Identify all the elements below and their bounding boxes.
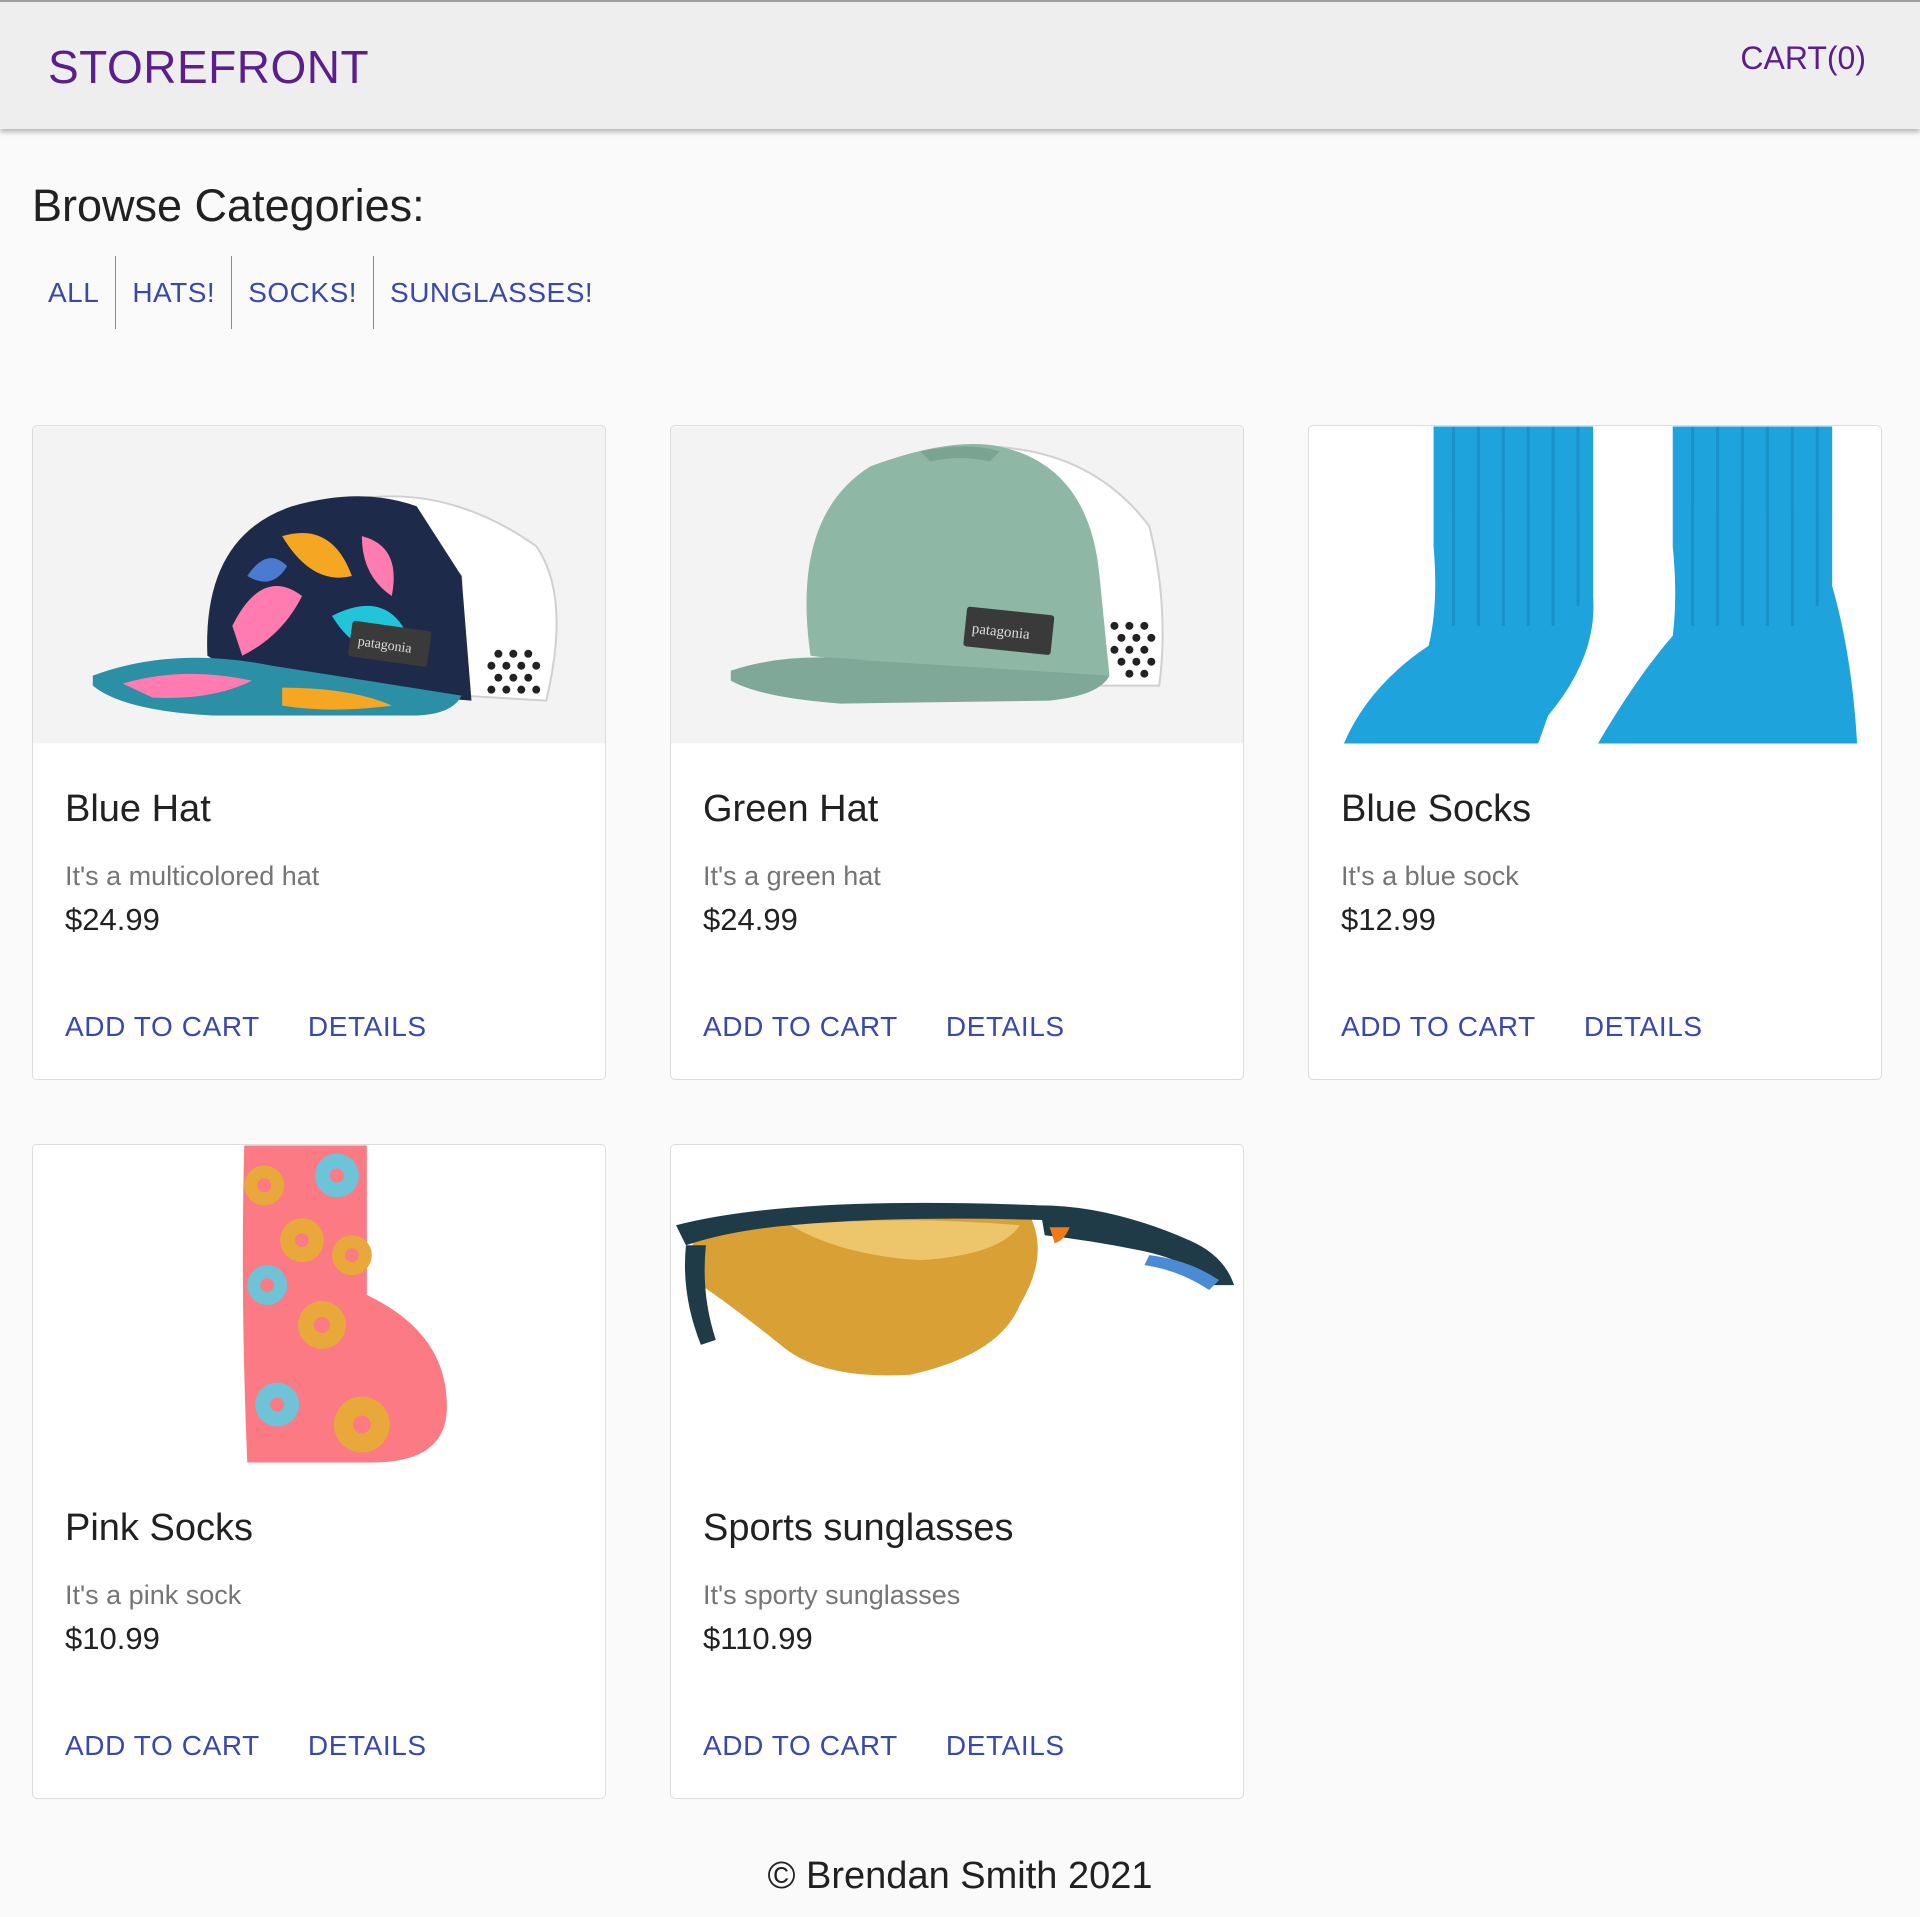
- details-button[interactable]: DETAILS: [946, 1011, 1065, 1043]
- details-button[interactable]: DETAILS: [308, 1011, 427, 1043]
- multicolor-cap-icon: patagonia: [33, 426, 605, 744]
- product-title: Blue Socks: [1341, 788, 1532, 830]
- product-title: Blue Hat: [65, 788, 211, 830]
- add-to-cart-button[interactable]: ADD TO CART: [65, 1011, 260, 1043]
- product-card-pink-socks: Pink Socks It's a pink sock $10.99 ADD T…: [32, 1144, 606, 1799]
- product-card-blue-hat: patagonia Blue Hat It's a multicolored h…: [32, 425, 606, 1080]
- card-actions: ADD TO CART DETAILS: [703, 1011, 1065, 1043]
- card-actions: ADD TO CART DETAILS: [65, 1730, 427, 1762]
- product-price: $12.99: [1341, 902, 1436, 937]
- details-button[interactable]: DETAILS: [308, 1730, 427, 1762]
- category-button-group: ALL HATS! SOCKS! SUNGLASSES!: [32, 256, 609, 329]
- add-to-cart-button[interactable]: ADD TO CART: [703, 1730, 898, 1762]
- product-description: It's sporty sunglasses: [703, 1580, 961, 1610]
- product-card-sports-sunglasses: Sports sunglasses It's sporty sunglasses…: [670, 1144, 1244, 1799]
- product-card-blue-socks: Blue Socks It's a blue sock $12.99 ADD T…: [1308, 425, 1882, 1080]
- product-description: It's a blue sock: [1341, 861, 1519, 891]
- product-price: $24.99: [65, 902, 160, 937]
- blue-socks-icon: [1309, 426, 1881, 744]
- product-card-green-hat: patagonia Green Hat It's a green hat $24…: [670, 425, 1244, 1080]
- card-actions: ADD TO CART DETAILS: [1341, 1011, 1703, 1043]
- product-description: It's a multicolored hat: [65, 861, 320, 891]
- details-button[interactable]: DETAILS: [1584, 1011, 1703, 1043]
- card-actions: ADD TO CART DETAILS: [65, 1011, 427, 1043]
- donut-sock-icon: [33, 1145, 605, 1463]
- brand-logo-link[interactable]: STOREFRONT: [48, 40, 369, 94]
- add-to-cart-button[interactable]: ADD TO CART: [703, 1011, 898, 1043]
- add-to-cart-button[interactable]: ADD TO CART: [1341, 1011, 1536, 1043]
- product-image: patagonia: [33, 426, 605, 744]
- product-title: Sports sunglasses: [703, 1507, 1014, 1549]
- category-hats-button[interactable]: HATS!: [116, 256, 233, 329]
- app-header: STOREFRONT CART(0): [0, 0, 1920, 129]
- footer-copyright: © Brendan Smith 2021: [767, 1855, 1153, 1897]
- product-description: It's a pink sock: [65, 1580, 242, 1610]
- sunglasses-icon: [671, 1145, 1243, 1463]
- product-image: patagonia: [671, 426, 1243, 744]
- product-description: It's a green hat: [703, 861, 881, 891]
- add-to-cart-button[interactable]: ADD TO CART: [65, 1730, 260, 1762]
- product-title: Pink Socks: [65, 1507, 253, 1549]
- cart-button[interactable]: CART(0): [1740, 40, 1866, 77]
- category-all-button[interactable]: ALL: [32, 256, 117, 329]
- details-button[interactable]: DETAILS: [946, 1730, 1065, 1762]
- card-actions: ADD TO CART DETAILS: [703, 1730, 1065, 1762]
- product-title: Green Hat: [703, 788, 879, 830]
- product-price: $24.99: [703, 902, 798, 937]
- product-image: [1309, 426, 1881, 744]
- browse-categories-heading: Browse Categories:: [32, 180, 425, 231]
- product-image: [671, 1145, 1243, 1463]
- green-cap-icon: patagonia: [671, 426, 1243, 744]
- category-sunglasses-button[interactable]: SUNGLASSES!: [374, 256, 609, 329]
- product-image: [33, 1145, 605, 1463]
- product-price: $110.99: [703, 1621, 813, 1656]
- category-socks-button[interactable]: SOCKS!: [232, 256, 375, 329]
- product-price: $10.99: [65, 1621, 160, 1656]
